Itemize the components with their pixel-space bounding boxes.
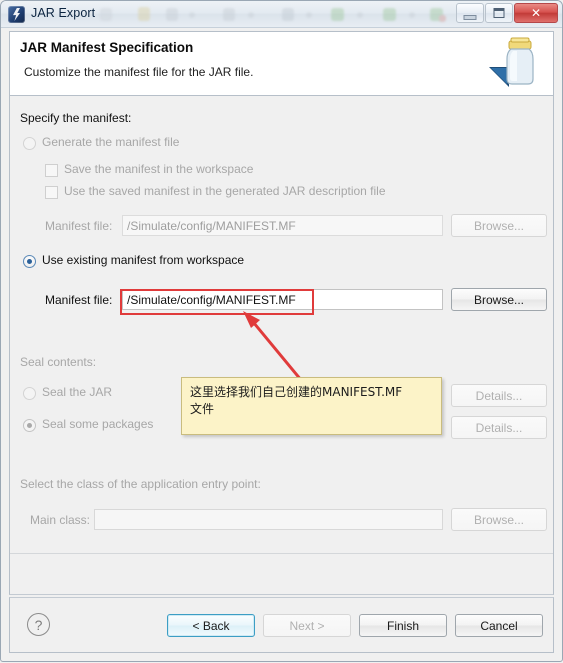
specify-manifest-label: Specify the manifest:	[20, 111, 132, 125]
existing-manifest-file-label: Manifest file:	[45, 293, 113, 307]
main-class-browse-button[interactable]: Browse...	[451, 508, 547, 531]
generate-manifest-radio[interactable]	[23, 137, 36, 150]
close-icon: ✕	[530, 6, 542, 20]
generate-manifest-browse-button[interactable]: Browse...	[451, 214, 547, 237]
existing-manifest-file-input[interactable]: /Simulate/config/MANIFEST.MF	[122, 289, 443, 310]
maximize-button[interactable]	[485, 3, 513, 23]
seal-the-jar-radio[interactable]	[23, 387, 36, 400]
use-existing-manifest-radio[interactable]	[23, 255, 36, 268]
main-class-input[interactable]	[94, 509, 443, 530]
generate-manifest-file-label: Manifest file:	[45, 219, 113, 233]
annotation-note: 这里选择我们自己创建的MANIFEST.MF 文件	[181, 377, 442, 435]
jar-export-dialog: JAR Export ✕ JAR Manifest Specification …	[0, 0, 563, 662]
cancel-button[interactable]: Cancel	[455, 614, 543, 637]
minimize-icon	[463, 15, 477, 21]
use-saved-manifest-checkbox-label: Use the saved manifest in the generated …	[64, 184, 386, 198]
seal-some-packages-radio[interactable]	[23, 419, 36, 432]
use-saved-manifest-checkbox[interactable]	[45, 186, 58, 199]
save-manifest-checkbox[interactable]	[45, 164, 58, 177]
page-title: JAR Manifest Specification	[20, 40, 194, 55]
seal-the-jar-details-button[interactable]: Details...	[451, 384, 547, 407]
back-button[interactable]: < Back	[167, 614, 255, 637]
next-button[interactable]: Next >	[263, 614, 351, 637]
entry-point-label: Select the class of the application entr…	[20, 477, 261, 491]
finish-button[interactable]: Finish	[359, 614, 447, 637]
save-manifest-checkbox-label: Save the manifest in the workspace	[64, 162, 254, 176]
page-subtitle: Customize the manifest file for the JAR …	[24, 65, 254, 79]
generate-manifest-file-input[interactable]: /Simulate/config/MANIFEST.MF	[122, 215, 443, 236]
seal-some-packages-radio-label: Seal some packages	[42, 417, 154, 431]
title-bar: JAR Export ✕	[1, 1, 562, 28]
wizard-footer: ? < Back Next > Finish Cancel	[9, 597, 554, 653]
jar-jar-icon	[489, 37, 534, 87]
main-class-label: Main class:	[30, 513, 91, 527]
generate-manifest-radio-label: Generate the manifest file	[42, 135, 180, 149]
help-icon[interactable]: ?	[27, 613, 50, 636]
seal-some-packages-details-button[interactable]: Details...	[451, 416, 547, 439]
annotation-note-line2: 文件	[190, 402, 215, 416]
existing-manifest-browse-button[interactable]: Browse...	[451, 288, 547, 311]
wizard-header: JAR Manifest Specification Customize the…	[9, 31, 554, 96]
annotation-note-line1: 这里选择我们自己创建的MANIFEST.MF	[190, 385, 403, 399]
maximize-icon	[493, 8, 505, 18]
window-controls: ✕	[455, 3, 558, 23]
window-title: JAR Export	[31, 6, 96, 20]
content-bottom-divider	[10, 553, 553, 554]
wizard-body: Specify the manifest: Generate the manif…	[9, 96, 554, 595]
use-existing-manifest-radio-label: Use existing manifest from workspace	[42, 253, 245, 267]
minimize-button[interactable]	[456, 3, 484, 23]
seal-the-jar-radio-label: Seal the JAR	[42, 385, 113, 399]
close-button[interactable]: ✕	[514, 3, 558, 23]
seal-contents-label: Seal contents:	[20, 355, 97, 369]
jar-export-app-icon	[8, 6, 25, 23]
